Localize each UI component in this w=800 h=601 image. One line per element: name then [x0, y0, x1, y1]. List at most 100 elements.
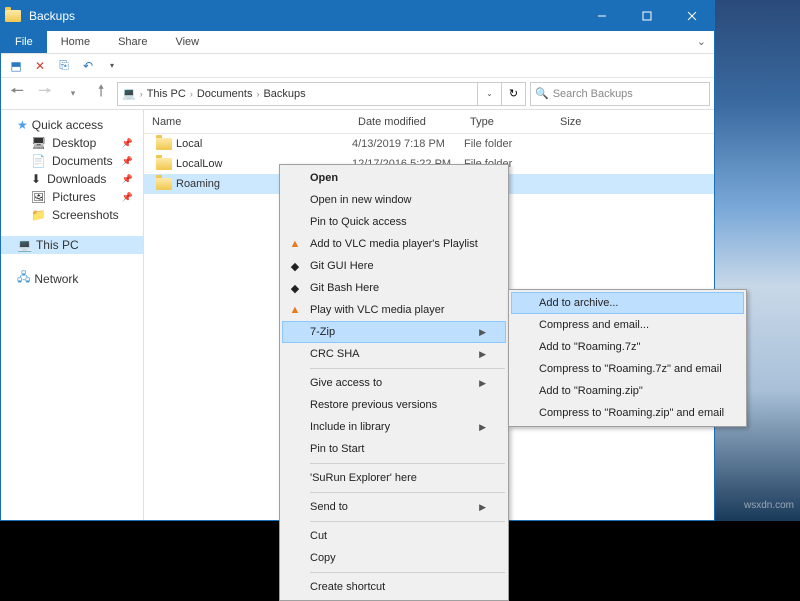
menu-vlc-play[interactable]: ▲Play with VLC media player — [282, 299, 506, 321]
menu-label: Git Bash Here — [310, 282, 379, 294]
menu-pin-start[interactable]: Pin to Start — [282, 438, 506, 460]
file-name: Roaming — [176, 178, 220, 190]
menu-pin-quick-access[interactable]: Pin to Quick access — [282, 211, 506, 233]
vlc-icon: ▲ — [287, 236, 303, 252]
titlebar: Backups — [1, 1, 714, 31]
documents-icon: 📄 — [31, 154, 46, 168]
sidebar-quick-access[interactable]: ★ Quick access — [1, 116, 143, 134]
folder-icon: 📁 — [31, 208, 46, 222]
folder-icon — [156, 158, 172, 170]
submenu-compress-zip-email[interactable]: Compress to "Roaming.zip" and email — [511, 402, 744, 424]
menu-label: Git GUI Here — [310, 260, 374, 272]
view-tab[interactable]: View — [161, 31, 213, 53]
maximize-button[interactable] — [624, 1, 669, 31]
column-type[interactable]: Type — [464, 116, 554, 128]
qat-dropdown-icon[interactable]: ▾ — [103, 57, 121, 75]
menu-open-new-window[interactable]: Open in new window — [282, 189, 506, 211]
menu-separator — [310, 521, 505, 522]
ribbon-tabs: File Home Share View ⌄ — [1, 31, 714, 54]
sidebar-item-pictures[interactable]: 🖼Pictures📌 — [1, 188, 143, 206]
star-icon: ★ — [17, 118, 28, 132]
search-icon: 🔍 — [535, 87, 549, 100]
pin-icon[interactable]: ⬒ — [7, 57, 25, 75]
window-title: Backups — [25, 9, 579, 23]
submenu-add-archive[interactable]: Add to archive... — [511, 292, 744, 314]
folder-icon — [156, 138, 172, 150]
menu-crc-sha[interactable]: CRC SHA▶ — [282, 343, 506, 365]
submenu-arrow-icon: ▶ — [479, 327, 486, 338]
sidebar-label: Downloads — [47, 172, 106, 186]
expand-ribbon-icon[interactable]: ⌄ — [689, 31, 714, 53]
undo-icon[interactable]: ↶ — [79, 57, 97, 75]
breadcrumb-thispc[interactable]: This PC — [143, 88, 190, 100]
sidebar-label: Quick access — [32, 118, 103, 132]
column-date[interactable]: Date modified — [352, 116, 464, 128]
watermark: wsxdn.com — [744, 500, 794, 511]
menu-label: Give access to — [310, 377, 382, 389]
menu-open[interactable]: Open — [282, 167, 506, 189]
menu-surun[interactable]: 'SuRun Explorer' here — [282, 467, 506, 489]
file-date: 4/13/2019 7:18 PM — [352, 138, 464, 150]
submenu-add-7z[interactable]: Add to "Roaming.7z" — [511, 336, 744, 358]
sidebar-item-downloads[interactable]: ⬇ Downloads 📌 — [1, 170, 143, 188]
menu-label: Include in library — [310, 421, 390, 433]
submenu-arrow-icon: ▶ — [479, 502, 486, 513]
breadcrumb-documents[interactable]: Documents — [193, 88, 257, 100]
menu-cut[interactable]: Cut — [282, 525, 506, 547]
pin-icon: 📌 — [122, 192, 133, 203]
quick-access-toolbar: ⬒ ✕ ⎘ ↶ ▾ — [1, 54, 714, 78]
sidebar-item-screenshots[interactable]: 📁Screenshots — [1, 206, 143, 224]
pin-icon: 📌 — [122, 138, 133, 149]
network-icon: 🖧 — [17, 268, 30, 289]
menu-git-bash[interactable]: ◆ Git Bash Here — [282, 277, 506, 299]
sidebar-item-documents[interactable]: 📄Documents📌 — [1, 152, 143, 170]
menu-create-shortcut[interactable]: Create shortcut — [282, 576, 506, 598]
vlc-icon: ▲ — [287, 302, 303, 318]
sidebar-network[interactable]: 🖧Network — [1, 266, 143, 291]
menu-include-library[interactable]: Include in library▶ — [282, 416, 506, 438]
menu-git-gui[interactable]: ◆Git GUI Here — [282, 255, 506, 277]
column-size[interactable]: Size — [554, 116, 634, 128]
search-input[interactable]: 🔍 Search Backups — [530, 82, 710, 106]
pictures-icon: 🖼 — [31, 190, 46, 204]
share-tab[interactable]: Share — [104, 31, 161, 53]
refresh-icon[interactable]: ↻ — [501, 83, 525, 105]
menu-restore-versions[interactable]: Restore previous versions — [282, 394, 506, 416]
forward-button[interactable]: 🠖 — [33, 82, 57, 106]
navigation-pane: ★ Quick access 🖥Desktop📌 📄 Documents 📌 ⬇ Dow… — [1, 110, 144, 520]
history-dropdown-icon[interactable]: ⌄ — [477, 83, 501, 105]
menu-separator — [310, 463, 505, 464]
address-bar[interactable]: 💻 › This PC › Documents › Backups ⌄ ↻ — [117, 82, 526, 106]
menu-send-to[interactable]: Send to▶ — [282, 496, 506, 518]
column-name[interactable]: Name — [144, 116, 352, 128]
sidebar-label: Documents — [52, 154, 113, 168]
menu-7zip[interactable]: 7-Zip ▶ — [282, 321, 506, 343]
sidebar-item-desktop[interactable]: 🖥Desktop📌 — [1, 134, 143, 152]
menu-label: 7-Zip — [310, 326, 335, 338]
recent-dropdown-icon[interactable]: ▾ — [61, 82, 85, 106]
submenu-compress-email[interactable]: Compress and email... — [511, 314, 744, 336]
submenu-add-zip[interactable]: Add to "Roaming.zip" — [511, 380, 744, 402]
home-tab[interactable]: Home — [47, 31, 104, 53]
copy-icon[interactable]: ⎘ — [55, 57, 73, 75]
close-button[interactable] — [669, 1, 714, 31]
minimize-button[interactable] — [579, 1, 624, 31]
desktop-icon: 🖥 — [31, 136, 46, 150]
file-type: File folder — [464, 138, 554, 150]
menu-vlc-playlist[interactable]: ▲Add to VLC media player's Playlist — [282, 233, 506, 255]
up-button[interactable]: 🠕 — [89, 82, 113, 106]
file-row-local[interactable]: Local 4/13/2019 7:18 PM File folder — [144, 134, 714, 154]
pc-icon: 💻 — [17, 238, 32, 252]
breadcrumb-backups[interactable]: Backups — [259, 88, 309, 100]
file-name: Local — [176, 138, 202, 150]
back-button[interactable]: 🠔 — [5, 82, 29, 106]
pin-icon: 📌 — [122, 174, 133, 185]
file-tab[interactable]: File — [1, 31, 47, 53]
menu-copy[interactable]: Copy — [282, 547, 506, 569]
git-icon: ◆ — [287, 280, 303, 296]
downloads-icon: ⬇ — [31, 172, 41, 186]
delete-icon[interactable]: ✕ — [31, 57, 49, 75]
sidebar-this-pc[interactable]: 💻This PC — [1, 236, 143, 254]
menu-give-access[interactable]: Give access to▶ — [282, 372, 506, 394]
submenu-compress-7z-email[interactable]: Compress to "Roaming.7z" and email — [511, 358, 744, 380]
